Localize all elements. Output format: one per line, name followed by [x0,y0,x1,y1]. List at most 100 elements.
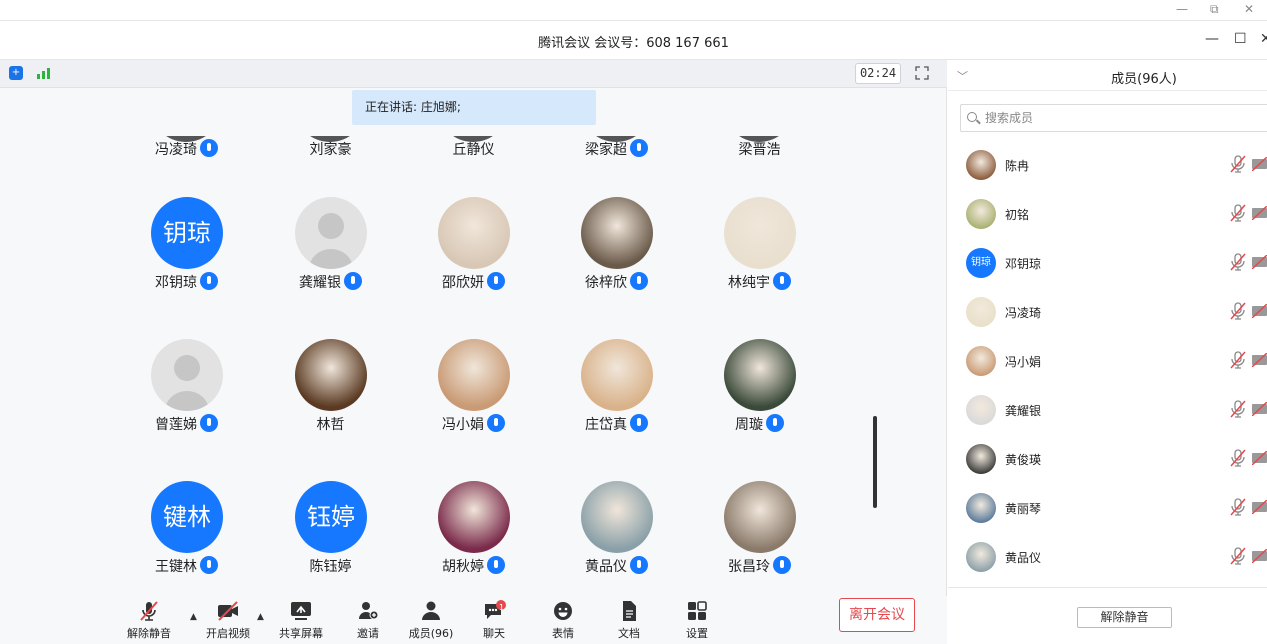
mic-active-icon [344,272,362,290]
avatar: 钥琼 [966,248,996,278]
share-screen-label: 共享屏幕 [279,627,323,640]
camera-off-icon[interactable] [1252,500,1267,514]
documents-label: 文档 [618,627,640,640]
camera-off-icon[interactable] [1252,549,1267,563]
participant-name: 丘静仪 [452,142,495,158]
mic-active-icon [630,556,648,574]
members-panel-header: ﹀ 成员(96人) [948,60,1267,91]
camera-off-icon[interactable] [1252,304,1267,318]
maximize-button[interactable]: ☐ [1234,31,1247,47]
avatar [966,297,996,327]
mic-active-icon [630,272,648,290]
avatar [438,481,510,553]
avatar: 钥琼 [151,197,223,269]
member-list-item[interactable]: 冯凌琦 [948,288,1267,337]
mic-muted-icon[interactable] [1230,449,1246,467]
member-list-item[interactable]: 冯小娟 [948,337,1267,386]
unmute-button[interactable]: 解除静音 [117,600,181,641]
avatar [966,444,996,474]
participant-name: 邵欣妍 [442,275,484,291]
participant-name: 冯小娟 [442,417,484,433]
document-icon [623,601,636,621]
search-icon [967,112,977,122]
avatar [724,339,796,411]
outer-minimize-button[interactable]: — [1176,2,1188,16]
member-list-item[interactable]: 黄品仪 [948,533,1267,582]
outer-close-button[interactable]: ✕ [1244,2,1254,16]
avatar [966,346,996,376]
participant-name: 庄岱真 [585,417,627,433]
share-screen-button[interactable]: 共享屏幕 [269,600,333,641]
avatar [581,481,653,553]
member-list-item[interactable]: 龚耀银 [948,386,1267,435]
member-list-item[interactable]: 黄俊瑛 [948,435,1267,484]
avatar [438,339,510,411]
chat-button[interactable]: 1 聊天 [462,600,526,641]
mic-active-icon [200,272,218,290]
minimize-button[interactable]: — [1205,31,1219,47]
camera-off-icon[interactable] [1252,206,1267,220]
invite-button[interactable]: 邀请 [336,600,400,641]
video-options-arrow[interactable]: ▲ [257,612,264,622]
camera-off-icon[interactable] [1252,255,1267,269]
participant-name: 张昌玲 [728,559,770,575]
unmute-all-button[interactable]: 解除静音 [1077,607,1172,628]
camera-off-icon[interactable] [1252,402,1267,416]
participant-name: 龚耀银 [299,275,341,291]
mic-muted-icon[interactable] [1230,253,1246,271]
documents-button[interactable]: 文档 [597,600,661,641]
avatar: 钰婷 [295,481,367,553]
member-list-item[interactable]: 陈冉 [948,141,1267,190]
participant-grid: 冯凌琦 刘家豪 丘静仪 梁家超 梁晋浩 钥琼 邓钥琼 龚耀银 邵欣妍 徐梓欣 林纯宇 曾莲娣 林哲 冯小娟… [0,136,947,578]
participant-name: 胡秋婷 [442,559,484,575]
mic-muted-icon[interactable] [1230,204,1246,222]
outer-restore-button[interactable]: ⧉ [1210,2,1219,17]
mic-active-icon [487,272,505,290]
start-video-button[interactable]: 开启视频 [196,600,260,641]
fullscreen-icon[interactable] [915,66,929,80]
participant-name: 冯凌琦 [155,142,197,158]
speaking-indicator: 正在讲话: 庄旭娜; [352,90,596,125]
mic-active-icon [487,556,505,574]
participant-name: 曾莲娣 [155,417,197,433]
mic-muted-icon[interactable] [1230,400,1246,418]
mic-muted-icon[interactable] [1230,351,1246,369]
settings-label: 设置 [686,627,708,640]
member-list-item[interactable]: 黄丽琴 [948,484,1267,533]
avatar [438,197,510,269]
mic-active-icon [200,139,218,157]
participant-name: 徐梓欣 [585,275,627,291]
share-screen-icon [291,602,311,620]
avatar [724,197,796,269]
mic-muted-icon [140,601,158,621]
security-shield-icon[interactable]: + [9,66,23,80]
mic-muted-icon[interactable] [1230,155,1246,173]
mic-active-icon [773,556,791,574]
settings-button[interactable]: 设置 [665,600,729,641]
mic-muted-icon[interactable] [1230,547,1246,565]
member-list-item[interactable]: 钥琼 邓钥琼 [948,239,1267,288]
network-signal-icon[interactable] [37,67,51,79]
camera-off-icon[interactable] [1252,451,1267,465]
camera-off-icon[interactable] [1252,353,1267,367]
reactions-button[interactable]: 表情 [531,600,595,641]
member-search-input[interactable]: 搜索成员 [960,104,1267,132]
member-list-item[interactable]: 初铭 [948,190,1267,239]
member-name: 冯凌琦 [1005,306,1042,320]
start-video-label: 开启视频 [206,627,250,640]
member-name: 龚耀银 [1005,404,1042,418]
member-name: 黄品仪 [1005,551,1042,565]
member-name: 邓钥琼 [1005,257,1042,271]
members-button[interactable]: 成员(96) [399,600,463,641]
grid-scrollbar[interactable] [873,416,877,508]
mic-muted-icon[interactable] [1230,498,1246,516]
unmute-label: 解除静音 [127,627,171,640]
members-panel-footer: 解除静音 [948,587,1267,644]
close-button[interactable]: ✕ [1260,31,1267,47]
meeting-toolbar: 解除静音 ▲ 开启视频 ▲ 共享屏幕 邀请 成员(96) 1 聊天 表情 文档 … [0,596,947,644]
leave-meeting-button[interactable]: 离开会议 [839,598,915,632]
avatar [966,150,996,180]
members-count-title: 成员(96人) [1111,72,1177,87]
camera-off-icon[interactable] [1252,157,1267,171]
mic-muted-icon[interactable] [1230,302,1246,320]
